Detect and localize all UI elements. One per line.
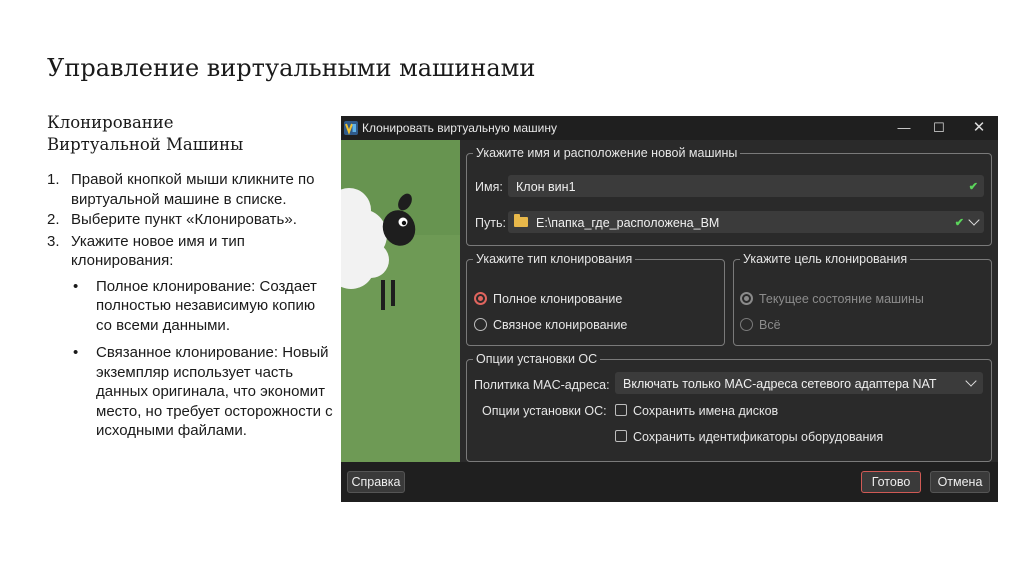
close-icon[interactable]: ✕ — [969, 118, 989, 138]
minimize-icon[interactable]: — — [894, 118, 914, 138]
dialog-content: Укажите имя и расположение новой машины … — [460, 140, 998, 462]
clone-target-legend: Укажите цель клонирования — [743, 252, 908, 266]
steps-list: 1. Правой кнопкой мыши кликните по вирту… — [47, 170, 335, 449]
everything-label: Всё — [759, 318, 781, 332]
path-select-value: E:\папка_где_расположена_ВМ — [536, 216, 720, 230]
maximize-icon[interactable]: ☐ — [929, 118, 949, 138]
name-label: Имя: — [475, 180, 503, 194]
mac-policy-label: Политика MAC-адреса: — [474, 378, 610, 392]
os-options-legend: Опции установки ОС — [476, 352, 598, 366]
help-button[interactable]: Справка — [347, 471, 405, 493]
mac-policy-select[interactable]: Включать только MAC-адреса сетевого адап… — [615, 372, 983, 394]
valid-check-icon: ✔ — [968, 181, 978, 193]
cancel-button[interactable]: Отмена — [930, 471, 990, 493]
dialog-title: Клонировать виртуальную машину — [362, 121, 557, 135]
bullet-item: • Связанное клонирование: Новый экземпля… — [71, 343, 335, 441]
path-select[interactable]: E:\папка_где_расположена_ВМ ✔ — [508, 211, 984, 233]
folder-icon — [514, 214, 528, 227]
name-input-value: Клон вин1 — [516, 180, 576, 194]
bullet-item: • Полное клонирование: Создает полностью… — [71, 277, 335, 336]
step-item: 1. Правой кнопкой мыши кликните по вирту… — [47, 170, 335, 209]
virtualbox-app-icon — [344, 121, 358, 135]
sheep-illustration — [341, 140, 460, 462]
step-number: 3. — [47, 232, 60, 250]
current-state-radio — [740, 292, 753, 305]
step-text: Правой кнопкой мыши кликните по виртуаль… — [71, 171, 315, 208]
step-item: 2. Выберите пункт «Клонировать». — [47, 210, 335, 230]
linked-clone-radio[interactable] — [474, 318, 487, 331]
os-options-label: Опции установки ОС: — [482, 404, 607, 418]
name-input[interactable]: Клон вин1 ✔ — [508, 175, 984, 197]
subtitle-line: Клонирование — [47, 113, 174, 132]
valid-check-icon: ✔ — [954, 217, 964, 229]
bullet-mark: • — [73, 277, 79, 295]
mac-policy-value: Включать только MAC-адреса сетевого адап… — [623, 377, 937, 391]
step-item: 3. Укажите новое имя и тип клонирования: — [47, 232, 335, 271]
sheep-image — [341, 140, 460, 462]
slide-subtitle: Клонирование Виртуальной Машины — [47, 112, 243, 156]
subtitle-line: Виртуальной Машины — [47, 135, 244, 154]
step-number: 2. — [47, 211, 60, 228]
keep-hardware-ids-checkbox[interactable] — [615, 430, 627, 442]
step-text: Выберите пункт «Клонировать». — [71, 211, 297, 228]
bullet-list: • Полное клонирование: Создает полностью… — [71, 277, 335, 441]
clone-vm-dialog: Клонировать виртуальную машину — ☐ ✕ Ука… — [341, 116, 998, 502]
bullet-text: Полное клонирование: Создает полностью н… — [96, 277, 317, 334]
linked-clone-label[interactable]: Связное клонирование — [493, 318, 627, 332]
name-location-legend: Укажите имя и расположение новой машины — [476, 146, 738, 160]
keep-disk-names-checkbox[interactable] — [615, 404, 627, 416]
step-number: 1. — [47, 171, 60, 188]
everything-radio — [740, 318, 753, 331]
keep-disk-names-label[interactable]: Сохранить имена дисков — [633, 404, 778, 418]
bullet-text: Связанное клонирование: Новый экземпляр … — [96, 344, 333, 439]
keep-hardware-ids-label[interactable]: Сохранить идентификаторы оборудования — [633, 430, 883, 444]
slide-title: Управление виртуальными машинами — [47, 54, 536, 82]
full-clone-label[interactable]: Полное клонирование — [493, 292, 622, 306]
step-text: Укажите новое имя и тип клонирования: — [71, 232, 245, 270]
clone-type-legend: Укажите тип клонирования — [476, 252, 633, 266]
current-state-label: Текущее состояние машины — [759, 292, 924, 306]
path-label: Путь: — [475, 216, 506, 230]
full-clone-radio[interactable] — [474, 292, 487, 305]
chevron-down-icon[interactable] — [965, 375, 977, 387]
ok-button[interactable]: Готово — [861, 471, 921, 493]
chevron-down-icon[interactable] — [968, 214, 980, 226]
bullet-mark: • — [73, 344, 79, 361]
dialog-button-bar: Справка Готово Отмена — [341, 462, 998, 502]
dialog-titlebar: Клонировать виртуальную машину — ☐ ✕ — [341, 116, 998, 140]
